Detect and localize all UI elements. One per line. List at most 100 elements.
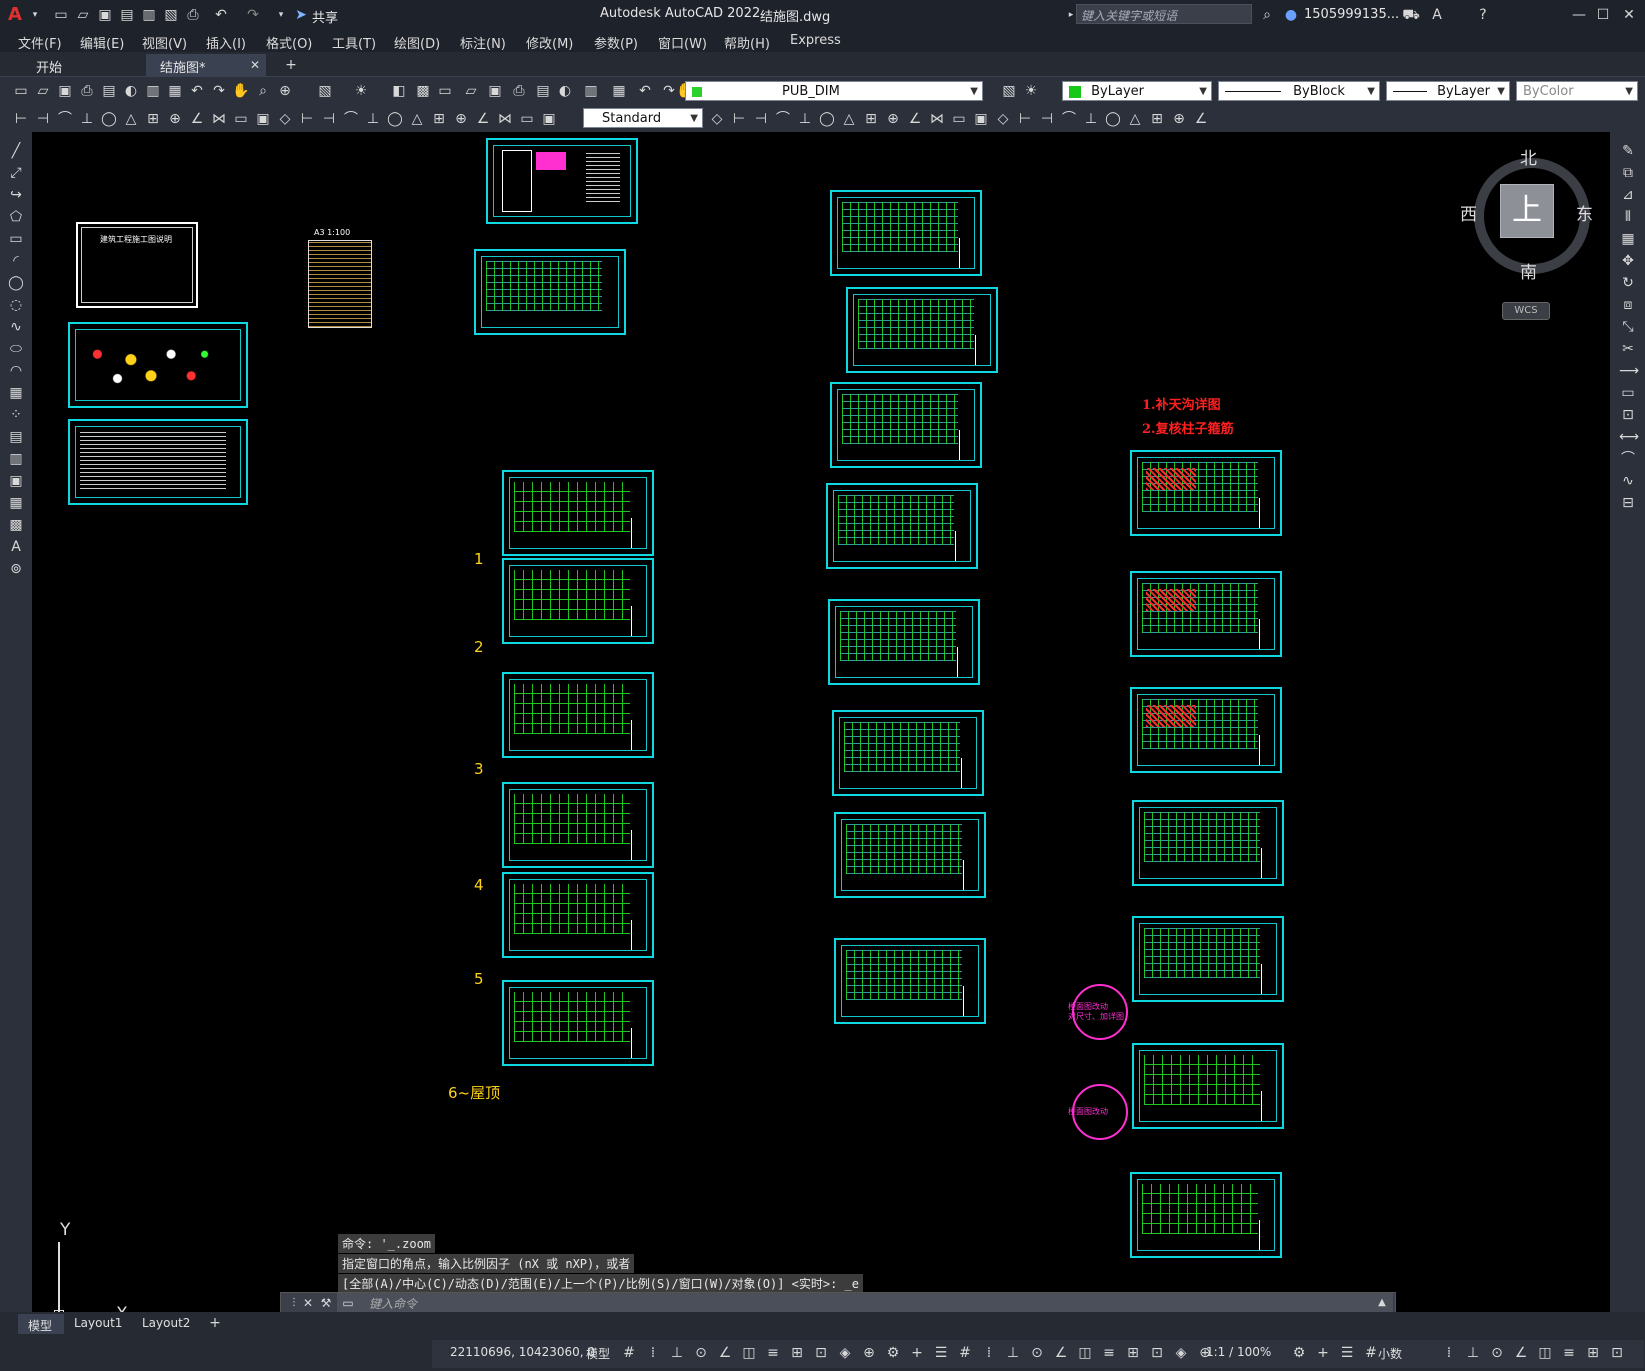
status-toggle-25-icon[interactable]: ⚙ bbox=[1290, 1344, 1308, 1362]
toolbar1-9-icon[interactable]: ↷ bbox=[210, 82, 228, 100]
toolbar1-24-icon[interactable]: ▦ bbox=[610, 82, 628, 100]
status-toggle-7-icon[interactable]: ⊞ bbox=[788, 1344, 806, 1362]
draw-tool-13-icon[interactable]: ▤ bbox=[7, 428, 25, 446]
floor-plan-sheet[interactable] bbox=[502, 980, 654, 1066]
viewcube[interactable]: 上 北 南 东 西 bbox=[1460, 148, 1593, 283]
redo-icon[interactable]: ↷ bbox=[244, 6, 262, 24]
floor-plan-sheet[interactable] bbox=[502, 872, 654, 958]
toolbar2-33-icon[interactable]: ⊕ bbox=[884, 110, 902, 128]
modify-tool-1-icon[interactable]: ⧉ bbox=[1619, 164, 1637, 182]
toolbar1-3-icon[interactable]: ⎙ bbox=[78, 82, 96, 100]
close-command-line-icon[interactable]: ✕ bbox=[299, 1294, 317, 1312]
status-toggle-30-icon[interactable]: ⊥ bbox=[1464, 1344, 1482, 1362]
plot-icon[interactable]: ⎙ bbox=[184, 6, 202, 24]
toolbar2-32-icon[interactable]: ⊞ bbox=[862, 110, 880, 128]
tab-layout1[interactable]: Layout1 bbox=[74, 1316, 122, 1330]
wrench-icon[interactable]: ⚒ bbox=[317, 1294, 335, 1312]
share-label[interactable]: 共享 bbox=[312, 7, 338, 26]
status-toggle-17-icon[interactable]: ⊙ bbox=[1028, 1344, 1046, 1362]
menu-item[interactable]: 帮助(H) bbox=[724, 33, 770, 52]
toolbar1-8-icon[interactable]: ↶ bbox=[188, 82, 206, 100]
toolbar2-38-icon[interactable]: ◇ bbox=[994, 110, 1012, 128]
linetype-dropdown[interactable]: ByBlock ▼ bbox=[1218, 81, 1380, 101]
viewcube-face-top[interactable]: 上 bbox=[1500, 184, 1554, 238]
toolbar2-5-icon[interactable]: △ bbox=[122, 110, 140, 128]
toolbar2-18-icon[interactable]: △ bbox=[408, 110, 426, 128]
toolbar1-5-icon[interactable]: ◐ bbox=[122, 82, 140, 100]
model-space-canvas[interactable]: 建筑工程施工图说明 A3 1:100 1 2 3 4 5 6~屋顶 1.补天沟详… bbox=[32, 132, 1610, 1324]
status-toggle-11-icon[interactable]: ⚙ bbox=[884, 1344, 902, 1362]
tab-start[interactable]: 开始 bbox=[16, 54, 142, 76]
close-icon[interactable]: ✕ bbox=[1620, 6, 1638, 24]
menu-item[interactable]: 编辑(E) bbox=[80, 33, 124, 52]
draw-tool-9-icon[interactable]: ⬭ bbox=[7, 340, 25, 358]
status-toggle-0-icon[interactable]: # bbox=[620, 1344, 638, 1362]
model-space-toggle[interactable]: 模型 bbox=[586, 1345, 610, 1362]
menu-item[interactable]: 参数(P) bbox=[594, 33, 638, 52]
toolbar2-1-icon[interactable]: ⊣ bbox=[34, 110, 52, 128]
floor-plan-sheet[interactable] bbox=[1132, 916, 1284, 1002]
status-toggle-32-icon[interactable]: ∠ bbox=[1512, 1344, 1530, 1362]
toolbar1-18-icon[interactable]: ▱ bbox=[462, 82, 480, 100]
search-box[interactable]: 键入关键字或短语 bbox=[1076, 4, 1252, 24]
cover-sheet[interactable]: 建筑工程施工图说明 bbox=[76, 222, 198, 308]
status-toggle-5-icon[interactable]: ◫ bbox=[740, 1344, 758, 1362]
toolbar2-24-icon[interactable]: ▣ bbox=[540, 110, 558, 128]
toolbar2-29-icon[interactable]: ⊥ bbox=[796, 110, 814, 128]
status-toggle-4-icon[interactable]: ∠ bbox=[716, 1344, 734, 1362]
compass-north[interactable]: 北 bbox=[1520, 144, 1537, 169]
floor-plan-sheet[interactable] bbox=[1130, 450, 1282, 536]
user-icon[interactable]: ● bbox=[1282, 6, 1300, 24]
toolbar2-27-icon[interactable]: ⊣ bbox=[752, 110, 770, 128]
draw-tool-14-icon[interactable]: ▥ bbox=[7, 450, 25, 468]
toolbar2-17-icon[interactable]: ◯ bbox=[386, 110, 404, 128]
toolbar2-13-icon[interactable]: ⊢ bbox=[298, 110, 316, 128]
status-toggle-14-icon[interactable]: # bbox=[956, 1344, 974, 1362]
modify-tool-16-icon[interactable]: ⊟ bbox=[1619, 494, 1637, 512]
modify-tool-5-icon[interactable]: ✥ bbox=[1619, 252, 1637, 270]
toolbar2-6-icon[interactable]: ⊞ bbox=[144, 110, 162, 128]
toolbar2-15-icon[interactable]: ⌒ bbox=[342, 110, 360, 128]
toolbar1-25-icon[interactable]: ↶ bbox=[636, 82, 654, 100]
modify-tool-7-icon[interactable]: ⧈ bbox=[1619, 296, 1637, 314]
menu-item[interactable]: 插入(I) bbox=[206, 33, 246, 52]
toolbar1-31-icon[interactable]: ☀ bbox=[1022, 82, 1040, 100]
draw-tool-10-icon[interactable]: ◠ bbox=[7, 362, 25, 380]
toolbar2-22-icon[interactable]: ⋈ bbox=[496, 110, 514, 128]
toolbar2-16-icon[interactable]: ⊥ bbox=[364, 110, 382, 128]
toolbar2-28-icon[interactable]: ⌒ bbox=[774, 110, 792, 128]
floor-plan-sheet[interactable] bbox=[834, 938, 986, 1024]
toolbar2-7-icon[interactable]: ⊕ bbox=[166, 110, 184, 128]
units-dropdown[interactable]: 小数 bbox=[1378, 1345, 1402, 1362]
draw-tool-0-icon[interactable]: ╱ bbox=[7, 142, 25, 160]
cart-icon[interactable]: ⛟ bbox=[1402, 6, 1420, 24]
toolbar1-6-icon[interactable]: ▥ bbox=[144, 82, 162, 100]
draw-tool-4-icon[interactable]: ▭ bbox=[7, 230, 25, 248]
toolbar2-46-icon[interactable]: ⊕ bbox=[1170, 110, 1188, 128]
toolbar2-19-icon[interactable]: ⊞ bbox=[430, 110, 448, 128]
modify-tool-15-icon[interactable]: ∿ bbox=[1619, 472, 1637, 490]
annotation-scale[interactable]: 1:1 / 100% bbox=[1206, 1345, 1271, 1359]
toolbar2-44-icon[interactable]: △ bbox=[1126, 110, 1144, 128]
draw-tool-11-icon[interactable]: ▦ bbox=[7, 384, 25, 402]
menu-item[interactable]: 绘图(D) bbox=[394, 33, 440, 52]
draw-tool-3-icon[interactable]: ⬠ bbox=[7, 208, 25, 226]
status-toggle-10-icon[interactable]: ⊕ bbox=[860, 1344, 878, 1362]
toolbar1-23-icon[interactable]: ▥ bbox=[582, 82, 600, 100]
web-mobile-icon[interactable]: ▥ bbox=[140, 6, 158, 24]
customize-chevron-icon[interactable]: ▾ bbox=[272, 6, 290, 24]
status-toggle-8-icon[interactable]: ⊡ bbox=[812, 1344, 830, 1362]
floor-plan-sheet[interactable] bbox=[502, 558, 654, 644]
toolbar1-0-icon[interactable]: ▭ bbox=[12, 82, 30, 100]
toolbar1-11-icon[interactable]: ⌕ bbox=[254, 82, 272, 100]
menu-item[interactable]: 格式(O) bbox=[266, 33, 312, 52]
lineweight-dropdown[interactable]: ByLayer ▼ bbox=[1386, 81, 1510, 101]
open-file-icon[interactable]: ▱ bbox=[74, 6, 92, 24]
new-file-icon[interactable]: ▭ bbox=[52, 6, 70, 24]
toolbar2-37-icon[interactable]: ▣ bbox=[972, 110, 990, 128]
toolbar2-31-icon[interactable]: △ bbox=[840, 110, 858, 128]
wcs-menu-button[interactable]: WCS bbox=[1502, 302, 1550, 320]
toolbar1-14-icon[interactable]: ☀ bbox=[352, 82, 370, 100]
layer-dropdown[interactable]: PUB_DIM ▼ bbox=[685, 81, 983, 101]
toolbar1-16-icon[interactable]: ▩ bbox=[414, 82, 432, 100]
